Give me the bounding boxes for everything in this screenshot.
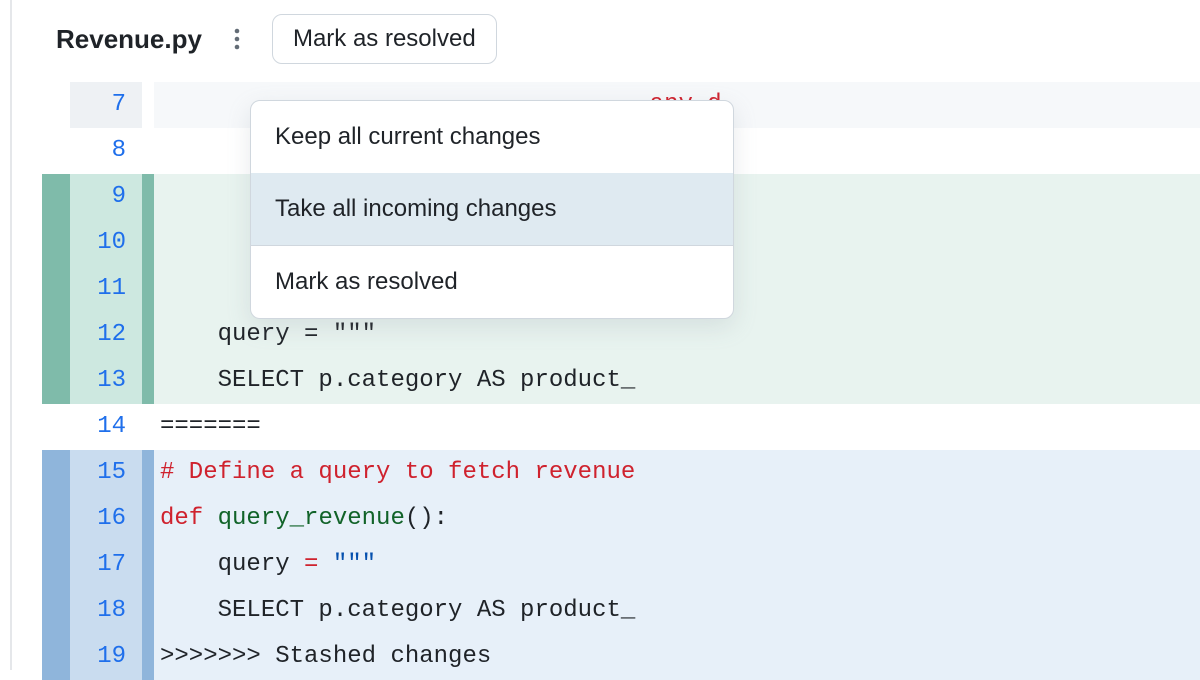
line-number: 14 bbox=[70, 404, 142, 450]
line-number: 13 bbox=[70, 358, 142, 404]
line-number: 12 bbox=[70, 312, 142, 358]
code-text: >>>>>>> Stashed changes bbox=[154, 634, 1200, 680]
filename: Revenue.py bbox=[56, 24, 202, 55]
code-text: ======= bbox=[154, 404, 1200, 450]
code-text: SELECT p.category AS product_ bbox=[154, 358, 1200, 404]
line-number: 7 bbox=[70, 82, 142, 128]
file-header: Revenue.py Mark as resolved bbox=[42, 0, 1200, 82]
line-number: 19 bbox=[70, 634, 142, 680]
kebab-menu-button[interactable] bbox=[220, 22, 254, 56]
menu-mark-resolved[interactable]: Mark as resolved bbox=[251, 246, 733, 318]
code-line: 15 # Define a query to fetch revenue bbox=[42, 450, 1200, 496]
menu-take-incoming[interactable]: Take all incoming changes bbox=[251, 173, 733, 245]
menu-keep-current[interactable]: Keep all current changes bbox=[251, 101, 733, 173]
line-number: 8 bbox=[70, 128, 142, 174]
mark-resolved-button[interactable]: Mark as resolved bbox=[272, 14, 497, 64]
code-line: 16 def query_revenue(): bbox=[42, 496, 1200, 542]
line-number: 9 bbox=[70, 174, 142, 220]
line-number: 10 bbox=[70, 220, 142, 266]
line-number: 11 bbox=[70, 266, 142, 312]
code-line: 17 query = """ bbox=[42, 542, 1200, 588]
code-line: 19 >>>>>>> Stashed changes bbox=[42, 634, 1200, 680]
line-number: 15 bbox=[70, 450, 142, 496]
code-text: # Define a query to fetch revenue bbox=[154, 450, 1200, 496]
code-text: def query_revenue(): bbox=[154, 496, 1200, 542]
conflict-actions-menu: Keep all current changes Take all incomi… bbox=[250, 100, 734, 319]
code-line: 13 SELECT p.category AS product_ bbox=[42, 358, 1200, 404]
code-line: 18 SELECT p.category AS product_ bbox=[42, 588, 1200, 634]
line-number: 17 bbox=[70, 542, 142, 588]
code-text: SELECT p.category AS product_ bbox=[154, 588, 1200, 634]
kebab-icon bbox=[234, 27, 240, 51]
line-number: 18 bbox=[70, 588, 142, 634]
code-line: 14 ======= bbox=[42, 404, 1200, 450]
line-number: 16 bbox=[70, 496, 142, 542]
code-text: query = """ bbox=[154, 542, 1200, 588]
